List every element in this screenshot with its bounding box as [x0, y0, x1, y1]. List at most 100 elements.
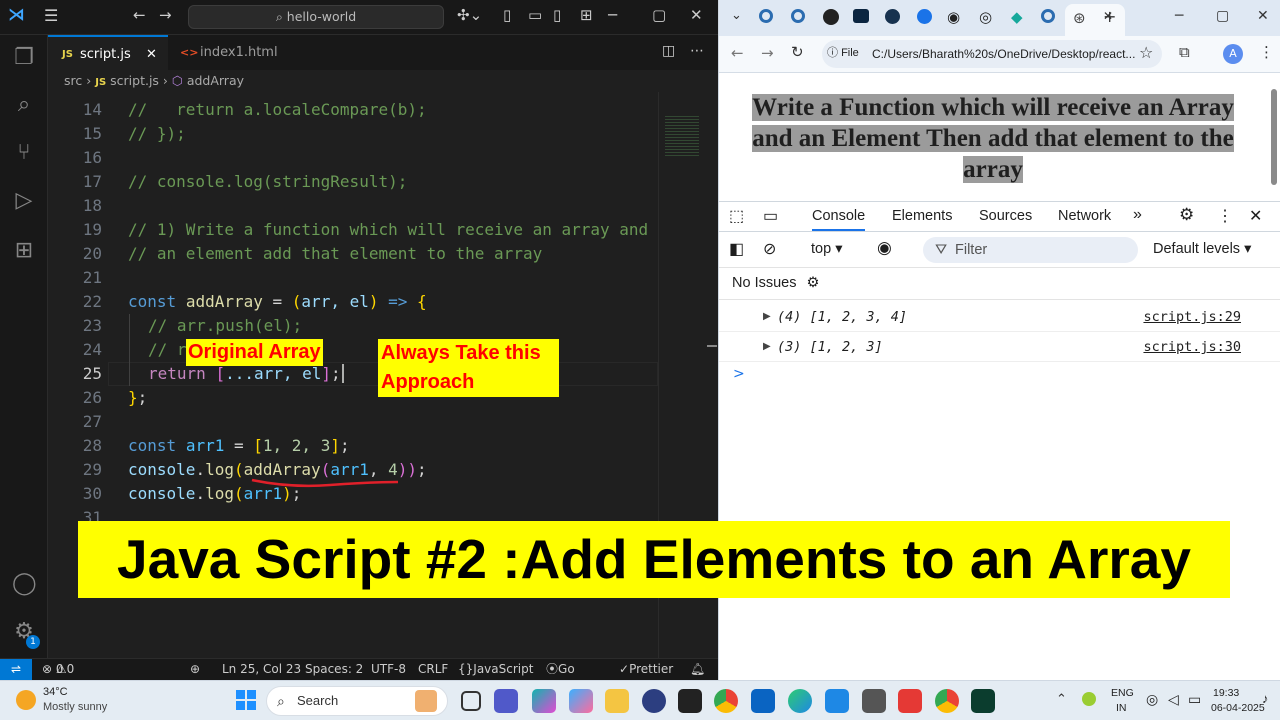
minimize-icon[interactable]: ─ [608, 6, 617, 24]
breadcrumb-symbol[interactable]: addArray [187, 73, 244, 88]
language-line2[interactable]: IN [1116, 702, 1127, 714]
search-icon[interactable]: ⌕ [12, 92, 36, 117]
back-icon[interactable]: ← [731, 44, 744, 62]
split-editor-icon[interactable]: ◫ [662, 43, 675, 59]
new-tab-icon[interactable]: + [1103, 7, 1116, 26]
browser-menu-icon[interactable]: ⋮ [1259, 43, 1274, 61]
chrome-icon[interactable] [714, 689, 738, 713]
sidebar-toggle-icon[interactable]: ◧ [729, 239, 744, 259]
close-tab-icon[interactable]: ✕ [146, 37, 157, 72]
copilot-icon[interactable]: ✣⌄ [457, 6, 482, 24]
favicon-icon[interactable] [917, 9, 932, 24]
photos-icon[interactable] [569, 689, 593, 713]
breadcrumb-file[interactable]: script.js [110, 73, 159, 88]
tab-sources[interactable]: Sources [979, 208, 1032, 224]
favicon-icon[interactable] [853, 9, 869, 23]
outlook-icon[interactable] [751, 689, 775, 713]
clock-time[interactable]: 19:33 [1213, 687, 1239, 699]
wps-icon[interactable] [898, 689, 922, 713]
language-mode[interactable]: {} JavaScript [458, 659, 533, 680]
toggle-secondary-sidebar-icon[interactable]: ▯ [553, 6, 561, 24]
url-field[interactable]: C:/Users/Bharath%20s/OneDrive/Desktop/re… [822, 40, 1162, 68]
go-live-button[interactable]: ⦿ Go Live [546, 659, 583, 697]
close-window-icon[interactable]: ✕ [690, 6, 703, 24]
tab-console[interactable]: Console [812, 208, 866, 231]
run-debug-icon[interactable]: ▷ [12, 188, 36, 213]
account-icon[interactable]: ◯ [12, 571, 37, 596]
encoding[interactable]: UTF-8 [371, 659, 406, 680]
favicon-icon[interactable] [791, 9, 805, 23]
file-explorer-icon[interactable] [605, 689, 629, 713]
indentation[interactable]: Spaces: 2 [305, 659, 363, 680]
app-icon[interactable] [862, 689, 886, 713]
scrollbar-thumb[interactable] [1271, 89, 1277, 185]
profile-avatar[interactable]: A [1223, 44, 1243, 64]
forward-icon[interactable]: → [761, 44, 774, 62]
console-log-row[interactable]: ▶ (4) [1, 2, 3, 4] script.js:29 [719, 302, 1280, 332]
extensions-icon[interactable]: ⊞ [12, 238, 36, 263]
settings-gear-icon[interactable]: ⚙ [1179, 205, 1194, 225]
weather-sun-icon[interactable] [16, 690, 36, 710]
maximize-icon[interactable]: ▢ [652, 6, 666, 24]
start-windows-icon[interactable] [236, 690, 256, 710]
volume-icon[interactable]: ◁ [1168, 691, 1179, 708]
favicon-icon[interactable]: ◎ [979, 8, 992, 26]
weather-desc[interactable]: Mostly sunny [43, 701, 107, 713]
teams-icon[interactable] [494, 689, 518, 713]
explorer-icon[interactable]: ❐ [12, 45, 36, 70]
language-line1[interactable]: ENG [1111, 687, 1134, 699]
tab-index1-html[interactable]: <> index1.html [168, 35, 298, 70]
console-prompt[interactable]: > [733, 366, 745, 382]
source-control-icon[interactable]: ⑂ [12, 140, 36, 165]
tab-elements[interactable]: Elements [892, 208, 952, 224]
more-tabs-icon[interactable]: » [1133, 206, 1142, 224]
live-expression-eye-icon[interactable]: ◉ [877, 238, 892, 258]
edge-icon[interactable] [788, 689, 812, 713]
expand-triangle-icon[interactable]: ▶ [763, 302, 771, 332]
favicon-icon[interactable] [759, 9, 773, 23]
line-ending[interactable]: CRLF [418, 659, 448, 680]
console-log-row[interactable]: ▶ (3) [1, 2, 3] script.js:30 [719, 332, 1280, 362]
toggle-panel-icon[interactable]: ▭ [528, 6, 542, 24]
copilot-icon[interactable] [532, 689, 556, 713]
context-selector[interactable]: top ▾ [811, 241, 842, 257]
kebab-menu-icon[interactable]: ⋮ [1217, 206, 1233, 226]
maximize-icon[interactable]: ▢ [1216, 8, 1229, 24]
taskbar-search[interactable]: ⌕ Search [266, 686, 448, 716]
inspect-element-icon[interactable]: ⬚ [729, 206, 744, 226]
page-scrollbar[interactable] [1269, 77, 1277, 197]
back-arrow-icon[interactable]: ← [133, 6, 146, 24]
zoom-icon[interactable]: ⊕ [190, 659, 200, 680]
log-source-link[interactable]: script.js:30 [1143, 332, 1241, 362]
device-toggle-icon[interactable]: ▭ [763, 206, 778, 226]
log-source-link[interactable]: script.js:29 [1143, 302, 1241, 332]
close-devtools-icon[interactable]: ✕ [1249, 206, 1262, 226]
forward-arrow-icon[interactable]: → [159, 6, 172, 24]
cursor-position[interactable]: Ln 25, Col 23 [222, 659, 301, 680]
favicon-icon[interactable]: ◉ [947, 8, 960, 26]
bell-icon[interactable]: 🔔︎ [690, 659, 705, 680]
favicon-icon[interactable] [885, 9, 900, 24]
reload-icon[interactable]: ↻ [791, 43, 804, 61]
tab-network[interactable]: Network [1058, 208, 1111, 224]
favicon-icon[interactable] [1041, 9, 1055, 23]
tray-chevron-icon[interactable]: ⌃ [1056, 691, 1067, 707]
menu-icon[interactable]: ☰ [44, 6, 58, 25]
scrollbar-thumb[interactable] [707, 345, 717, 347]
problems-indicator[interactable]: ⊗ 0 ⚠ 0 [42, 659, 74, 680]
close-window-icon[interactable]: ✕ [1257, 8, 1269, 24]
favicon-icon[interactable] [823, 9, 839, 25]
app-icon[interactable] [642, 689, 666, 713]
favicon-icon[interactable]: ◆ [1011, 8, 1023, 26]
toggle-sidebar-icon[interactable]: ▯ [503, 6, 511, 24]
customize-layout-icon[interactable]: ⊞ [580, 6, 593, 24]
tab-search-icon[interactable]: ⌄ [731, 8, 742, 23]
tab-script-js[interactable]: JS script.js ✕ [48, 35, 168, 70]
notification-bell-icon[interactable]: ♪ [1262, 691, 1269, 706]
more-actions-icon[interactable]: ⋯ [690, 43, 704, 59]
task-view-icon[interactable] [461, 691, 481, 711]
log-levels-dropdown[interactable]: Default levels ▾ [1153, 241, 1251, 257]
expand-triangle-icon[interactable]: ▶ [763, 332, 771, 362]
bookmark-star-icon[interactable]: ☆ [1139, 43, 1153, 62]
prettier-button[interactable]: ✓ Prettier [619, 659, 673, 680]
